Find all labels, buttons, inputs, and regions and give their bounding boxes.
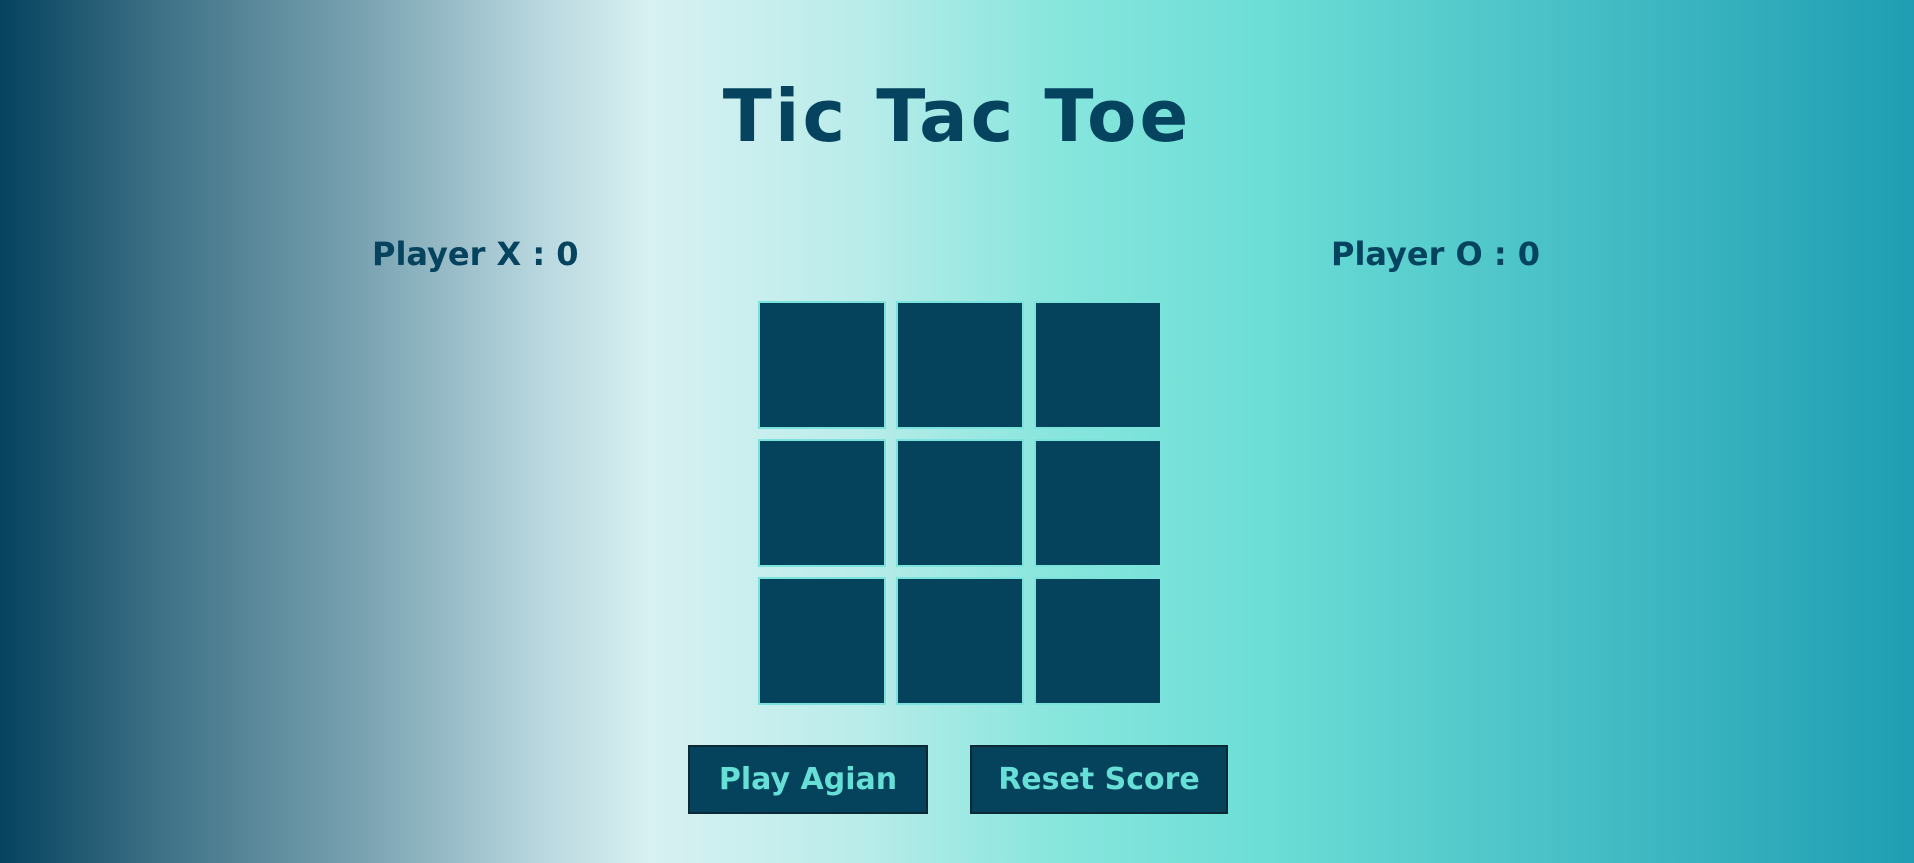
reset-score-button[interactable]: Reset Score <box>970 745 1228 814</box>
game-board <box>758 301 1162 705</box>
board-cell-5[interactable] <box>896 439 1024 567</box>
board-cell-8[interactable] <box>896 577 1024 705</box>
player-x-score: Player X : 0 <box>372 235 579 273</box>
board-cell-7[interactable] <box>758 577 886 705</box>
board-cell-4[interactable] <box>758 439 886 567</box>
board-cell-3[interactable] <box>1034 301 1162 429</box>
board-cell-6[interactable] <box>1034 439 1162 567</box>
player-o-score: Player O : 0 <box>1331 235 1541 273</box>
board-cell-9[interactable] <box>1034 577 1162 705</box>
game-title: Tic Tac Toe <box>722 74 1192 158</box>
board-cell-2[interactable] <box>896 301 1024 429</box>
play-again-button[interactable]: Play Agian <box>688 745 928 814</box>
board-cell-1[interactable] <box>758 301 886 429</box>
